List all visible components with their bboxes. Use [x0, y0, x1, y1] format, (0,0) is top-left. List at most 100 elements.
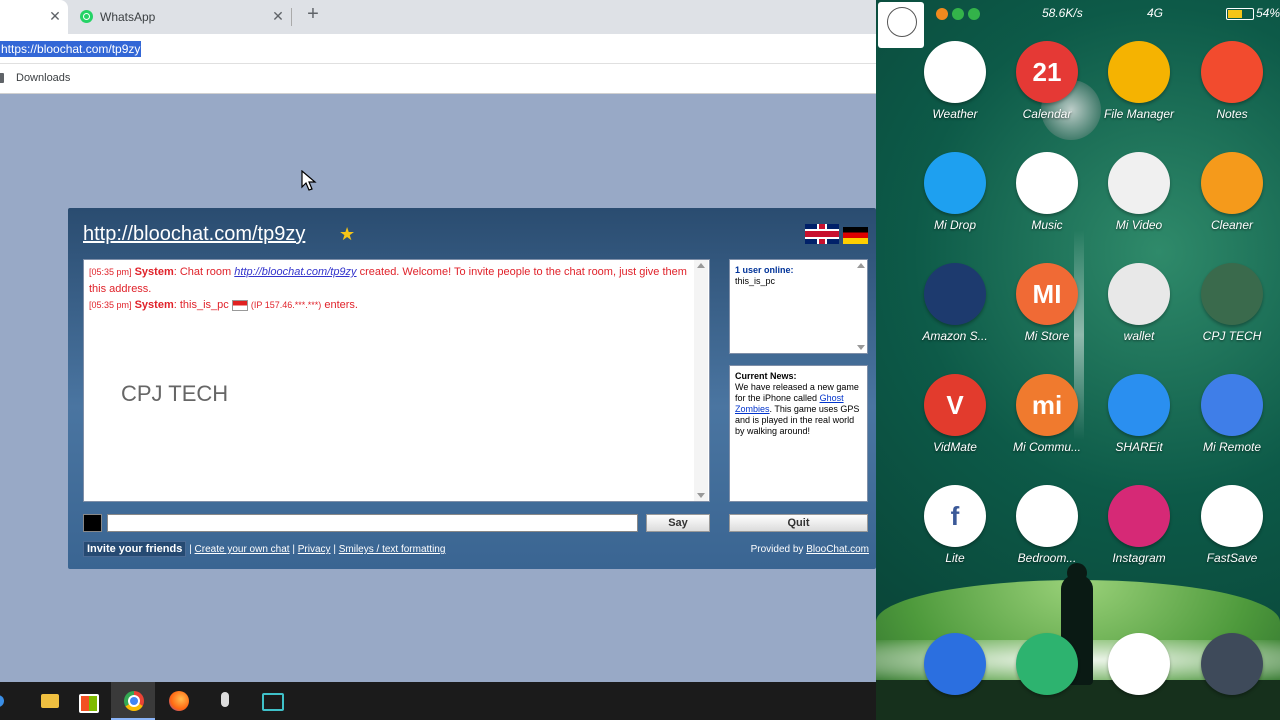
app-music[interactable]: Music — [1001, 152, 1091, 252]
app-instagram[interactable]: Instagram — [1093, 485, 1183, 585]
app-weather[interactable]: Weather — [909, 41, 999, 141]
app-shareit[interactable]: SHAREit — [1093, 374, 1183, 474]
app-dock-0[interactable] — [909, 633, 999, 720]
app-icon[interactable] — [924, 152, 986, 214]
invite-friends-button[interactable]: Invite your friends — [83, 541, 187, 557]
chat-room-url[interactable]: http://bloochat.com/tp9zy — [83, 223, 305, 246]
message-input[interactable] — [107, 514, 638, 532]
app-wallet[interactable]: wallet — [1093, 263, 1183, 363]
tab-close-icon[interactable]: ✕ — [270, 8, 286, 25]
app-notes[interactable]: Notes — [1186, 41, 1276, 141]
message-sender: System — [134, 266, 174, 278]
scroll-down-icon[interactable] — [857, 345, 865, 350]
app-label: Mi Drop — [933, 218, 976, 232]
app-calendar[interactable]: 21 Calendar — [1001, 41, 1091, 141]
app-icon[interactable] — [1108, 41, 1170, 103]
app-icon[interactable]: MI — [1016, 263, 1078, 325]
app-icon[interactable] — [1016, 152, 1078, 214]
app-mi-commu[interactable]: mi Mi Commu... — [1001, 374, 1091, 474]
address-bar[interactable]: https://bloochat.com/tp9zy — [0, 34, 876, 64]
app-bedroom[interactable]: Bedroom... — [1001, 485, 1091, 585]
app-icon[interactable] — [1016, 485, 1078, 547]
star-icon[interactable]: ★ — [339, 224, 355, 245]
app-vidmate[interactable]: V VidMate — [909, 374, 999, 474]
tab-whatsapp[interactable]: WhatsApp ✕ — [68, 0, 290, 34]
app-label: Mi Remote — [1202, 440, 1261, 454]
app-mi-video[interactable]: Mi Video — [1093, 152, 1183, 252]
message-scrollbar[interactable] — [694, 260, 708, 501]
app-amazon-s[interactable]: Amazon S... — [909, 263, 999, 363]
app-icon[interactable] — [1201, 633, 1263, 695]
app-icon[interactable] — [1108, 263, 1170, 325]
app-fastsave[interactable]: FastSave — [1186, 485, 1276, 585]
bloochat-link[interactable]: BlooChat.com — [806, 544, 869, 555]
app-icon[interactable] — [1016, 633, 1078, 695]
app-icon[interactable] — [249, 682, 293, 720]
app-dock-2[interactable] — [1093, 633, 1183, 720]
url-text[interactable]: https://bloochat.com/tp9zy — [0, 41, 142, 57]
color-picker[interactable] — [83, 514, 102, 532]
app-icon[interactable] — [1201, 263, 1263, 325]
firefox-icon[interactable] — [157, 682, 201, 720]
german-flag-icon[interactable] — [843, 227, 868, 244]
smileys-link[interactable]: Smileys / text formatting — [339, 544, 446, 555]
chrome-icon[interactable] — [111, 682, 155, 720]
app-label: Cleaner — [1210, 218, 1254, 232]
app-icon[interactable] — [1201, 374, 1263, 436]
whatsapp-icon — [80, 10, 93, 23]
app-icon[interactable] — [924, 263, 986, 325]
app-mi-remote[interactable]: Mi Remote — [1186, 374, 1276, 474]
notification-icon — [952, 8, 964, 20]
new-tab-button[interactable]: + — [303, 3, 323, 26]
app-icon[interactable]: f — [924, 485, 986, 547]
app-dock-1[interactable] — [1001, 633, 1091, 720]
quit-button[interactable]: Quit — [729, 514, 868, 532]
scroll-up-icon[interactable] — [857, 263, 865, 268]
store-icon[interactable] — [65, 682, 109, 720]
scroll-down-icon[interactable] — [697, 493, 705, 498]
app-mi-store[interactable]: MI Mi Store — [1001, 263, 1091, 363]
app-lite[interactable]: f Lite — [909, 485, 999, 585]
tab-active[interactable]: ✕ — [0, 0, 68, 34]
app-icon[interactable] — [924, 41, 986, 103]
browser-window: ✕ WhatsApp ✕ + https://bloochat.com/tp9z… — [0, 0, 876, 720]
app-icon[interactable] — [924, 633, 986, 695]
say-button[interactable]: Say — [646, 514, 710, 532]
provided-by-text: Provided by — [750, 544, 807, 555]
scroll-up-icon[interactable] — [697, 263, 705, 268]
message-link[interactable]: http://bloochat.com/tp9zy — [234, 266, 356, 278]
app-dock-3[interactable] — [1186, 633, 1276, 720]
bookmark-downloads[interactable]: Downloads — [16, 72, 70, 84]
app-icon[interactable] — [1108, 152, 1170, 214]
app-mi-drop[interactable]: Mi Drop — [909, 152, 999, 252]
app-file-manager[interactable]: File Manager — [1093, 41, 1183, 141]
network-type: 4G — [1147, 6, 1164, 20]
app-icon[interactable] — [1201, 152, 1263, 214]
app-label: wallet — [1123, 329, 1155, 343]
user-list-item[interactable]: this_is_pc — [735, 276, 775, 286]
app-cleaner[interactable]: Cleaner — [1186, 152, 1276, 252]
app-icon[interactable]: V — [924, 374, 986, 436]
app-icon[interactable] — [1108, 633, 1170, 695]
app-icon[interactable] — [1201, 485, 1263, 547]
separator: | — [292, 544, 295, 555]
message-time: [05:35 pm] — [89, 267, 132, 277]
app-label: Notes — [1216, 107, 1248, 121]
news-box: Current News: We have released a new gam… — [729, 365, 868, 502]
tab-close-icon[interactable]: ✕ — [47, 8, 63, 25]
microphone-icon[interactable] — [203, 682, 247, 720]
bookmarks-bar: Downloads — [0, 64, 876, 94]
file-explorer-icon[interactable] — [9, 682, 59, 720]
app-icon[interactable] — [1108, 485, 1170, 547]
privacy-link[interactable]: Privacy — [298, 544, 331, 555]
create-chat-link[interactable]: Create your own chat — [195, 544, 290, 555]
app-icon[interactable]: mi — [1016, 374, 1078, 436]
app-cpj-tech[interactable]: CPJ TECH — [1186, 263, 1276, 363]
users-scrollbar[interactable] — [854, 260, 866, 353]
app-icon[interactable] — [1108, 374, 1170, 436]
app-icon[interactable]: 21 — [1016, 41, 1078, 103]
app-label: Bedroom... — [1017, 551, 1077, 565]
app-icon[interactable] — [1201, 41, 1263, 103]
flag-icon — [231, 299, 248, 311]
uk-flag-icon[interactable] — [805, 224, 839, 244]
